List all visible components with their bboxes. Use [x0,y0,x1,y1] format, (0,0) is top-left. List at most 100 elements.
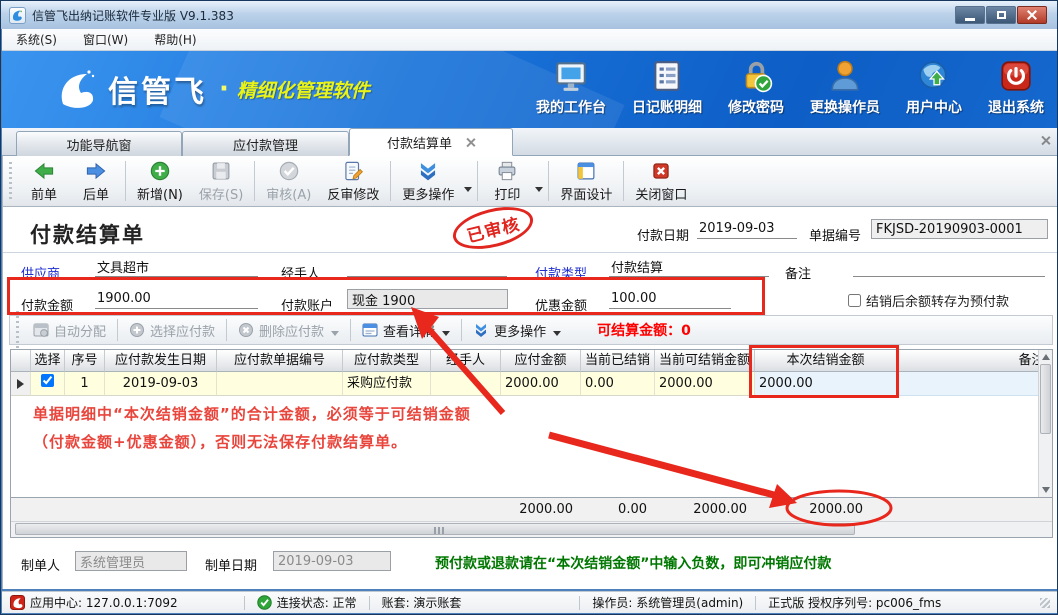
header-type[interactable]: 应付款类型 [343,350,431,372]
brand-logo-icon [54,67,98,111]
statusbar: 应用中心: 127.0.0.1:7092 连接状态: 正常 账套: 演示账套 操… [2,591,1058,613]
view-detail-dropdown-icon[interactable] [442,331,450,336]
tab-close-icon[interactable] [466,138,475,147]
maximize-button[interactable] [986,6,1016,24]
status-separator [579,596,580,610]
header-seq[interactable]: 序号 [65,350,105,372]
supplier-field[interactable] [95,257,258,277]
more-operations-button[interactable]: 更多操作 [394,157,462,206]
status-app-center-text: 应用中心: 127.0.0.1:7092 [30,594,178,611]
grid-toolbar-separator [350,319,351,341]
totals-spacer [11,498,501,521]
transfer-prepay-option: 结销后余额转存为预付款 [848,291,1009,310]
discount-field[interactable] [609,289,731,309]
creator-field[interactable] [75,551,187,571]
handler-label: 经手人 [281,263,320,282]
change-password-button[interactable]: 修改密码 [728,59,784,117]
workbench-button[interactable]: 我的工作台 [536,59,606,117]
grid-toolbar-separator [117,319,118,341]
grid-toolbar-grip[interactable] [16,311,19,349]
vertical-scrollbar[interactable] [1038,350,1052,497]
user-center-label: 用户中心 [906,97,962,117]
close-window-button[interactable]: 关闭窗口 [627,157,695,206]
pay-amount-field[interactable] [95,289,258,309]
close-button[interactable] [1017,6,1047,24]
switch-operator-button[interactable]: 更换操作员 [810,59,880,117]
header-remark[interactable]: 备注 [897,350,1038,372]
doc-no-label: 单据编号 [809,225,861,244]
scroll-up-icon[interactable] [1042,354,1050,360]
doc-no-field[interactable] [871,219,1048,239]
create-date-field[interactable] [273,551,391,571]
header-settled[interactable]: 当前已结销 [581,350,655,372]
minimize-icon [965,18,975,21]
header-payable[interactable]: 应付金额 [501,350,581,372]
more-operations-label: 更多操作 [402,184,454,203]
header-available[interactable]: 当前可结销金额 [655,350,755,372]
horizontal-scroll-thumb[interactable] [15,523,855,535]
save-button[interactable]: 保存(S) [191,157,251,206]
tabstrip-close-icon[interactable] [1041,136,1050,145]
menu-window[interactable]: 窗口(W) [83,31,128,48]
header-date[interactable]: 应付款发生日期 [105,350,217,372]
transfer-prepay-checkbox[interactable] [848,294,861,307]
table-row[interactable]: 1 2019-09-03 采购应付款 2000.00 0.00 2000.00 … [11,372,1038,396]
audit-button[interactable]: 审核(A) [258,157,319,206]
journal-list-icon [650,59,684,93]
tab-payable-mgmt[interactable]: 应付款管理 [182,131,349,156]
print-dropdown-icon[interactable] [535,187,543,192]
tab-payment-settlement[interactable]: 付款结算单 [349,128,513,156]
handler-field[interactable] [347,257,507,277]
remove-circle-gray-icon [238,322,254,338]
vertical-scroll-thumb[interactable] [1040,364,1051,434]
unaudit-button[interactable]: 反审修改 [319,157,387,206]
tab-function-nav[interactable]: 功能导航窗 [16,131,182,156]
row-payable-cell: 2000.00 [501,372,581,396]
add-circle-icon [149,160,171,182]
delete-payable-label: 删除应付款 [259,321,324,340]
status-separator [369,596,370,610]
user-center-button[interactable]: 用户中心 [906,59,962,117]
tab-function-nav-label: 功能导航窗 [66,135,131,154]
row-remark-cell [897,372,1038,396]
audit-label: 审核(A) [266,184,311,203]
add-button[interactable]: 新增(N) [129,157,191,206]
minimize-button[interactable] [955,6,985,24]
remark-field[interactable] [853,257,1045,277]
toolbar-grip[interactable] [9,162,12,200]
row-select-checkbox[interactable] [41,374,54,387]
grid-more-operations-button[interactable]: 更多操作 [465,321,569,340]
next-doc-button[interactable]: 后单 [70,157,122,206]
prev-doc-button[interactable]: 前单 [18,157,70,206]
pay-date-field[interactable] [697,219,797,239]
journal-detail-button[interactable]: 日记账明细 [632,59,702,117]
pay-type-label[interactable]: 付款类型 [535,263,587,282]
print-button[interactable]: 打印 [481,157,533,206]
ui-design-button[interactable]: 界面设计 [552,157,620,206]
select-payable-button[interactable]: 选择应付款 [121,321,223,340]
menu-help[interactable]: 帮助(H) [154,31,196,48]
header-current[interactable]: 本次结销金额 [755,350,897,372]
header-doc-no[interactable]: 应付款单据编号 [217,350,343,372]
grid-more-dropdown-icon[interactable] [553,331,561,336]
brand-separator: · [219,74,229,104]
more-operations-dropdown-icon[interactable] [464,187,472,192]
view-detail-button[interactable]: 查看详情 [354,321,458,340]
resize-grip-icon[interactable] [1040,598,1050,608]
row-current-cell[interactable]: 2000.00 [755,372,897,396]
scroll-down-icon[interactable] [1042,487,1050,493]
print-label: 打印 [494,184,520,203]
pay-account-field[interactable] [347,289,508,309]
header-select[interactable]: 选择 [31,350,65,372]
delete-payable-button[interactable]: 删除应付款 [230,321,347,340]
exit-system-button[interactable]: 退出系统 [988,59,1044,117]
menu-system[interactable]: 系统(S) [16,31,57,48]
close-window-icon [650,160,672,182]
double-chevron-down-icon [473,322,489,338]
auto-assign-button[interactable]: 自动分配 [25,321,114,340]
header-handler[interactable]: 经手人 [431,350,501,372]
horizontal-scrollbar[interactable] [11,521,1052,537]
supplier-label[interactable]: 供应商 [21,263,60,282]
status-connection-text: 连接状态: 正常 [277,594,357,611]
pay-type-field[interactable] [609,257,769,277]
